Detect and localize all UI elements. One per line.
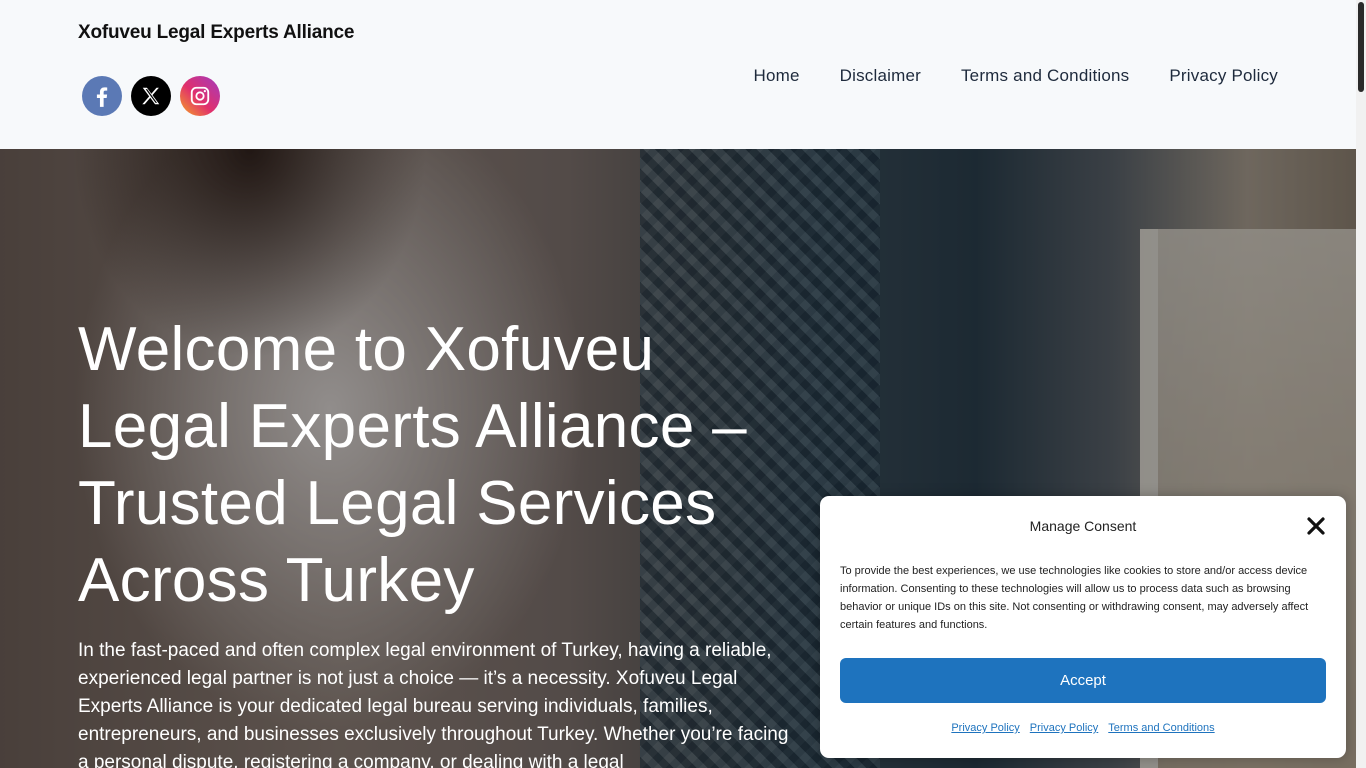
consent-link-terms[interactable]: Terms and Conditions bbox=[1108, 722, 1214, 734]
x-icon[interactable] bbox=[131, 76, 171, 116]
consent-link-privacy-policy[interactable]: Privacy Policy bbox=[951, 722, 1019, 734]
close-icon[interactable] bbox=[1306, 516, 1326, 536]
consent-dialog: Manage Consent To provide the best exper… bbox=[820, 496, 1346, 758]
site-title[interactable]: Xofuveu Legal Experts Alliance bbox=[78, 22, 354, 44]
consent-title: Manage Consent bbox=[1029, 518, 1137, 534]
site-header: Xofuveu Legal Experts Alliance Home Disc… bbox=[0, 0, 1356, 149]
social-links bbox=[82, 76, 220, 116]
page-scrollbar[interactable] bbox=[1356, 0, 1366, 768]
facebook-icon[interactable] bbox=[82, 76, 122, 116]
instagram-icon[interactable] bbox=[180, 76, 220, 116]
consent-links: Privacy Policy Privacy Policy Terms and … bbox=[820, 722, 1346, 734]
scrollbar-thumb[interactable] bbox=[1358, 2, 1364, 92]
nav-item-disclaimer[interactable]: Disclaimer bbox=[840, 66, 921, 86]
accept-button[interactable]: Accept bbox=[840, 658, 1326, 703]
hero-title: Welcome to Xofuveu Legal Experts Allianc… bbox=[78, 315, 747, 615]
consent-link-privacy-policy-2[interactable]: Privacy Policy bbox=[1030, 722, 1098, 734]
consent-text: To provide the best experiences, we use … bbox=[840, 565, 1309, 631]
nav-item-home[interactable]: Home bbox=[753, 66, 799, 86]
nav-item-privacy[interactable]: Privacy Policy bbox=[1169, 66, 1278, 86]
main-nav: Home Disclaimer Terms and Conditions Pri… bbox=[753, 66, 1278, 86]
hero-text: In the fast-paced and often complex lega… bbox=[78, 640, 789, 768]
nav-item-terms[interactable]: Terms and Conditions bbox=[961, 66, 1129, 86]
